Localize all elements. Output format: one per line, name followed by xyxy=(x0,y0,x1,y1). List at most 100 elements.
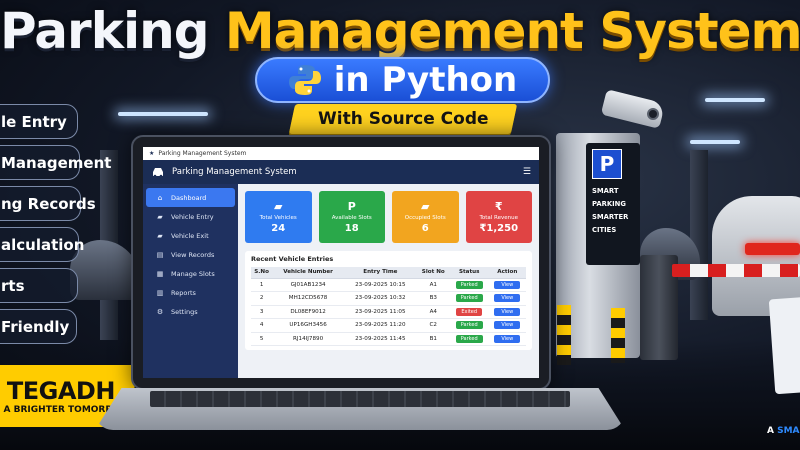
bollard xyxy=(611,308,625,363)
view-button[interactable]: View xyxy=(494,334,521,343)
app-header: Parking Management System ☰ xyxy=(143,160,539,184)
car-icon: ▰ xyxy=(274,200,283,213)
sidebar-item-dashboard[interactable]: ⌂ Dashboard xyxy=(146,188,235,207)
car-icon xyxy=(153,168,163,177)
gear-icon: ⚙ xyxy=(156,307,164,316)
cell-slot: A1 xyxy=(416,278,450,292)
car-icon: ▰ xyxy=(157,212,163,221)
cell-sno: 5 xyxy=(251,332,273,346)
cell-sno: 2 xyxy=(251,291,273,306)
status-badge: Parked xyxy=(455,294,483,303)
cell-sno: 4 xyxy=(251,318,273,333)
slots-icon: ▦ xyxy=(156,269,164,278)
laptop-keyboard xyxy=(150,391,570,407)
car-exit-icon: ▰ xyxy=(157,231,163,240)
cell-sno: 1 xyxy=(251,278,273,292)
source-code-ribbon: With Source Code xyxy=(288,104,518,134)
cell-vehicle-number: RJ14IJ7890 xyxy=(272,332,344,346)
column-header: Vehicle Number xyxy=(272,267,344,279)
ribbon-label: With Source Code xyxy=(317,109,489,129)
column-header: Entry Time xyxy=(343,267,417,279)
stat-card-total-revenue[interactable]: ₹ Total Revenue ₹1,250 xyxy=(465,191,532,243)
view-button[interactable]: View xyxy=(494,294,521,303)
kiosk-display: P SMART PARKING SMARTER CITIES xyxy=(586,143,640,265)
menu-icon[interactable]: ☰ xyxy=(523,167,531,177)
dashboard-icon: ⌂ xyxy=(157,193,163,202)
cell-sno: 3 xyxy=(251,305,273,319)
column-header: S.No xyxy=(251,267,273,279)
cell-vehicle-number: MH12CD5678 xyxy=(272,291,344,306)
card-value: ₹1,250 xyxy=(479,223,519,234)
parking-sign-icon: P xyxy=(592,149,622,179)
sidebar-item-label: Vehicle Entry xyxy=(171,212,214,221)
sidebar-item-reports[interactable]: ▥ Reports xyxy=(146,283,235,302)
kiosk-line: CITIES xyxy=(592,226,617,234)
card-label: Occupied Slots xyxy=(404,215,446,221)
cell-entry-time: 23-09-2025 11:20 xyxy=(343,318,417,333)
sidebar-item-vehicle-exit[interactable]: ▰ Vehicle Exit xyxy=(146,226,235,245)
headline-part1: Parking xyxy=(0,2,209,60)
column-header: Slot No xyxy=(416,267,450,279)
cell-slot: B1 xyxy=(416,332,450,346)
cell-slot: A4 xyxy=(416,305,450,319)
cell-slot: B3 xyxy=(416,291,450,306)
card-label: Total Revenue xyxy=(479,215,519,221)
app-icon: ★ xyxy=(149,150,155,157)
cell-slot: C2 xyxy=(416,318,450,333)
python-pill: in Python xyxy=(255,57,550,103)
sidebar-item-vehicle-entry[interactable]: ▰ Vehicle Entry xyxy=(146,207,235,226)
python-logo-icon xyxy=(288,65,321,95)
summary-cards: ▰ Total Vehicles 24 P Available Slots 18 ▰ Occu… xyxy=(245,191,532,243)
sidebar-item-manage-slots[interactable]: ▦ Manage Slots xyxy=(146,264,235,283)
sidebar-item-label: Vehicle Exit xyxy=(171,231,209,240)
feature-pill: Friendly xyxy=(0,309,77,344)
cell-entry-time: 23-09-2025 11:05 xyxy=(343,305,417,319)
sidebar-item-label: Dashboard xyxy=(171,193,207,202)
card-label: Total Vehicles xyxy=(259,215,297,221)
python-label: in Python xyxy=(333,60,518,100)
table-row: 5 RJ14IJ7890 23-09-2025 11:45 B1 Parked View xyxy=(251,332,526,346)
feature-pill: alculation xyxy=(0,227,84,262)
table-row: 2 MH12CD5678 23-09-2025 10:32 B3 Parked View xyxy=(251,291,526,306)
entries-table: S.No Vehicle Number Entry Time Slot No Statu… xyxy=(251,267,526,346)
view-button[interactable]: View xyxy=(494,280,521,289)
sidebar-item-label: Reports xyxy=(171,288,196,297)
cell-entry-time: 23-09-2025 10:15 xyxy=(343,278,417,292)
app-window: ★ Parking Management System Parking Mana… xyxy=(143,147,539,378)
reports-icon: ▥ xyxy=(156,288,164,297)
cell-vehicle-number: UP16GH3456 xyxy=(272,318,344,333)
feature-pill: ng Records xyxy=(0,186,96,221)
window-titlebar: ★ Parking Management System xyxy=(143,147,539,160)
cell-vehicle-number: DL08EF9012 xyxy=(272,305,344,319)
status-badge: Parked xyxy=(455,280,483,289)
table-row: 4 UP16GH3456 23-09-2025 11:20 C2 Parked View xyxy=(251,318,526,333)
camera-lens xyxy=(647,108,659,120)
column-header: Status xyxy=(449,267,489,279)
status-badge: Parked xyxy=(455,321,483,330)
table-row: 1 GJ01AB1234 23-09-2025 10:15 A1 Parked View xyxy=(251,278,526,292)
card-value: 24 xyxy=(271,223,286,234)
stat-card-total-vehicles[interactable]: ▰ Total Vehicles 24 xyxy=(245,191,312,243)
stat-card-occupied-slots[interactable]: ▰ Occupied Slots 6 xyxy=(392,191,459,243)
status-badge: Exited xyxy=(456,307,483,316)
sidebar-item-settings[interactable]: ⚙ Settings xyxy=(146,302,235,321)
sign-card xyxy=(768,296,800,395)
card-value: 6 xyxy=(421,223,429,234)
sidebar-item-label: Settings xyxy=(171,307,198,316)
table-title: Recent Vehicle Entries xyxy=(251,255,334,263)
watermark: A SMA xyxy=(767,426,800,436)
rupee-icon: ₹ xyxy=(494,200,503,213)
recent-entries-panel: Recent Vehicle Entries S.No Vehicle Numbe… xyxy=(245,251,532,350)
view-button[interactable]: View xyxy=(494,307,521,316)
view-button[interactable]: View xyxy=(494,321,521,330)
card-label: Available Slots xyxy=(331,215,372,221)
kiosk-line: SMARTER xyxy=(592,213,629,221)
cell-vehicle-number: GJ01AB1234 xyxy=(272,278,344,292)
dashboard-content: ▰ Total Vehicles 24 P Available Slots 18 ▰ Occu… xyxy=(238,184,539,378)
laptop-screen: ★ Parking Management System Parking Mana… xyxy=(131,135,551,390)
sidebar-item-view-records[interactable]: ▤ View Records xyxy=(146,245,235,264)
card-value: 18 xyxy=(344,223,359,234)
feature-pill: rts xyxy=(0,268,78,303)
stat-card-available-slots[interactable]: P Available Slots 18 xyxy=(318,191,385,243)
sidebar-item-label: Manage Slots xyxy=(171,269,215,278)
